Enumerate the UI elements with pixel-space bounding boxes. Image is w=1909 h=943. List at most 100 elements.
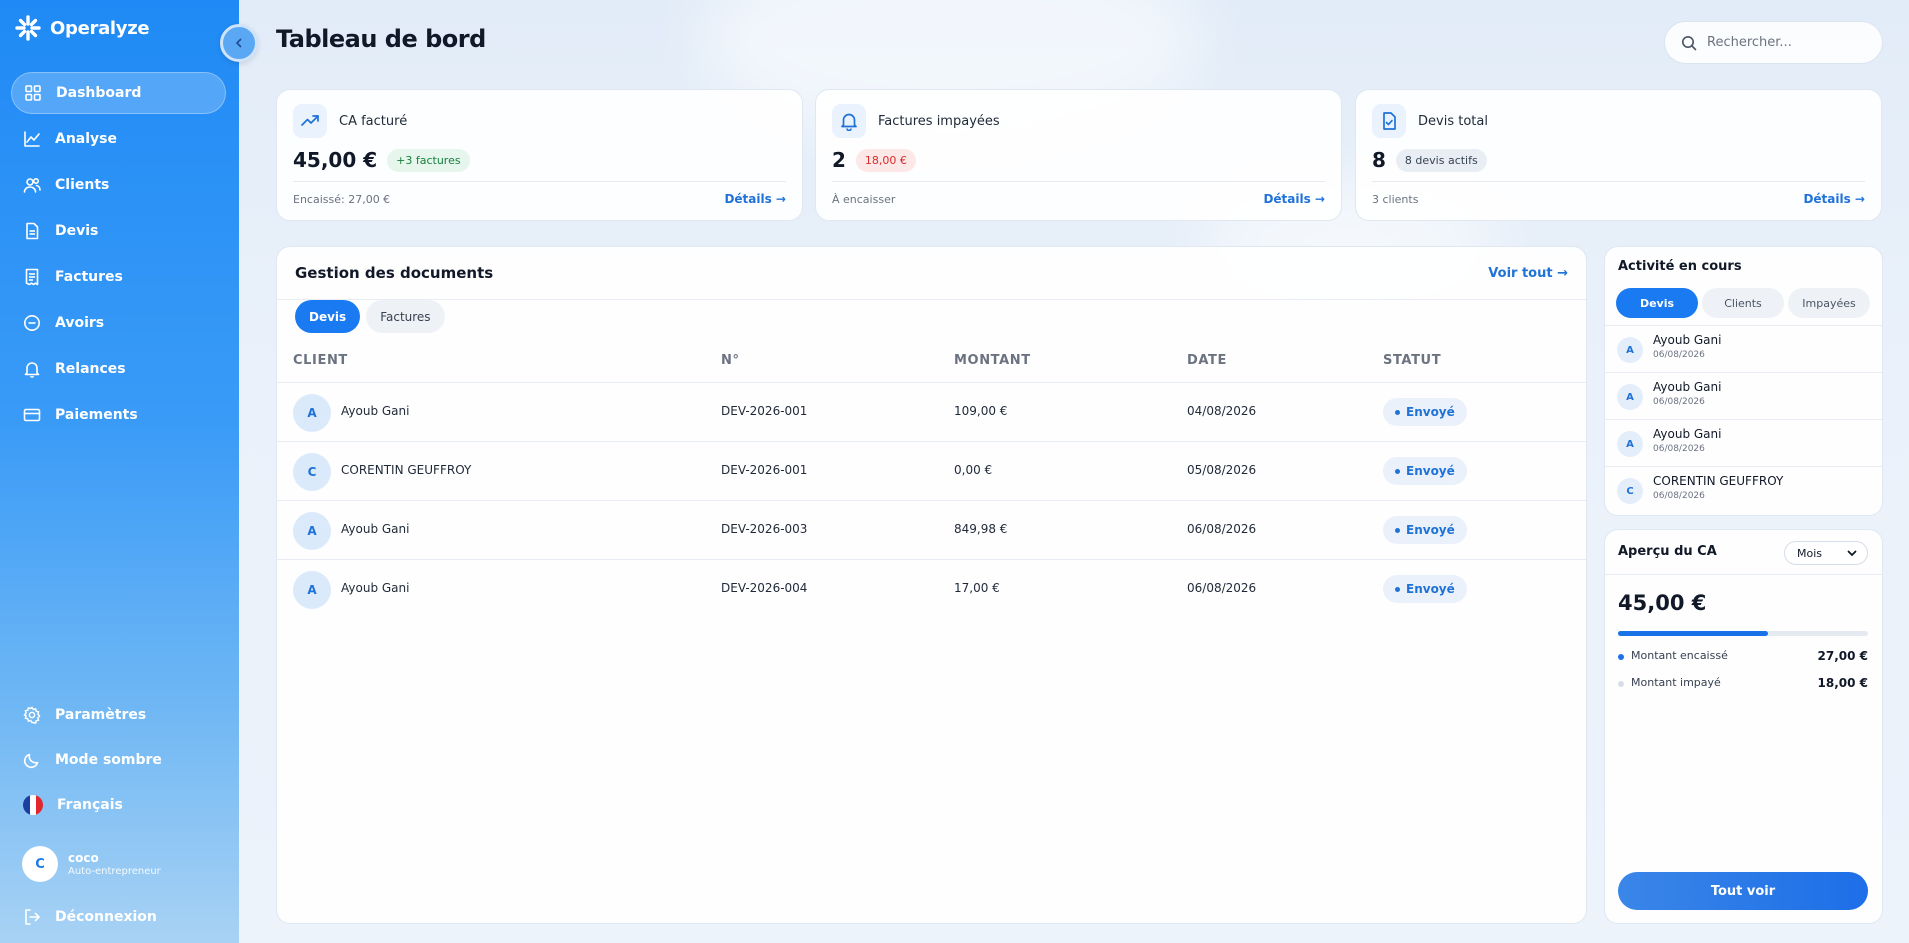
details-link[interactable]: Détails → (1803, 192, 1865, 206)
sidebar-item-label: Avoirs (55, 315, 105, 331)
column-header-number[interactable]: N° (721, 353, 740, 368)
app-logo[interactable]: Operalyze (14, 14, 150, 42)
column-header-date[interactable]: DATE (1187, 353, 1227, 368)
list-item[interactable]: A Ayoub Gani 06/08/2026 (1605, 325, 1882, 372)
stat-card-unpaid: Factures impayées 2 18,00 € À encaisser … (815, 89, 1342, 221)
trending-up-icon (293, 104, 327, 138)
divider (277, 299, 1586, 300)
french-flag-icon (23, 795, 43, 815)
sidebar-item-relances[interactable]: Relances (11, 348, 226, 390)
status-badge: Envoyé (1383, 516, 1467, 544)
page-title: Tableau de bord (276, 25, 486, 53)
list-item[interactable]: A Ayoub Gani 06/08/2026 (1605, 419, 1882, 466)
status-label: Envoyé (1406, 582, 1455, 596)
table-row[interactable]: A Ayoub Gani DEV-2026-003 849,98 € 06/08… (277, 500, 1586, 559)
document-number: DEV-2026-003 (721, 522, 808, 536)
user-role: Auto-entrepreneur (68, 866, 161, 877)
table-row[interactable]: A Ayoub Gani DEV-2026-004 17,00 € 06/08/… (277, 559, 1586, 618)
sidebar-item-settings[interactable]: Paramètres (11, 695, 226, 735)
chevron-down-icon (1847, 550, 1857, 557)
list-item[interactable]: C CORENTIN GEUFFROY 06/08/2026 (1605, 466, 1882, 513)
sidebar-item-paiements[interactable]: Paiements (11, 394, 226, 436)
activity-date: 06/08/2026 (1653, 444, 1705, 454)
status-label: Envoyé (1406, 405, 1455, 419)
amount: 0,00 € (954, 463, 993, 477)
divider (1605, 574, 1882, 575)
tab-activity-impayees[interactable]: Impayées (1788, 288, 1870, 318)
legend-label: Montant impayé (1631, 676, 1721, 689)
tab-activity-devis[interactable]: Devis (1616, 288, 1698, 318)
view-all-link[interactable]: Voir tout → (1488, 266, 1568, 281)
tab-activity-clients[interactable]: Clients (1702, 288, 1784, 318)
user-profile[interactable]: C coco Auto-entrepreneur (22, 846, 161, 882)
file-check-icon (1372, 104, 1406, 138)
details-link[interactable]: Détails → (1263, 192, 1325, 206)
avatar: A (293, 512, 331, 550)
amount: 109,00 € (954, 404, 1008, 418)
avatar: C (22, 846, 58, 882)
tab-devis[interactable]: Devis (295, 300, 361, 333)
gear-icon (23, 706, 41, 724)
status-badge: Envoyé (1383, 575, 1467, 603)
period-select[interactable]: Mois (1784, 541, 1868, 565)
stat-footer: À encaisser (832, 193, 896, 206)
column-header-amount[interactable]: MONTANT (954, 353, 1031, 368)
stat-label: Factures impayées (878, 113, 1000, 129)
stat-card-ca: CA facturé 45,00 € +3 factures Encaissé:… (276, 89, 803, 221)
dark-mode-toggle[interactable]: Mode sombre (11, 740, 226, 780)
bell-icon (832, 104, 866, 138)
logout-icon (25, 909, 40, 925)
details-link[interactable]: Détails → (724, 192, 786, 206)
sidebar-item-dashboard[interactable]: Dashboard (11, 72, 226, 114)
tab-factures[interactable]: Factures (366, 300, 445, 333)
stat-footer: 3 clients (1372, 193, 1419, 206)
sidebar-item-factures[interactable]: Factures (11, 256, 226, 298)
sidebar-item-analyse[interactable]: Analyse (11, 118, 226, 160)
credit-card-icon (23, 408, 41, 422)
activity-date: 06/08/2026 (1653, 397, 1705, 407)
client-name: Ayoub Gani (341, 404, 410, 418)
activity-tabs: Devis Clients Impayées (1616, 288, 1870, 318)
revenue-progress-fill (1618, 631, 1768, 636)
panel-title: Activité en cours (1618, 259, 1742, 274)
receipt-icon (25, 268, 39, 286)
activity-name: Ayoub Gani (1653, 427, 1722, 441)
logo-icon (15, 15, 41, 41)
divider (832, 181, 1325, 182)
file-icon (26, 222, 39, 240)
stat-value: 45,00 € (293, 148, 378, 172)
activity-date: 06/08/2026 (1653, 491, 1705, 501)
sidebar-collapse-button[interactable] (220, 24, 258, 62)
activity-date: 06/08/2026 (1653, 350, 1705, 360)
sidebar-item-label: Clients (55, 177, 110, 193)
sidebar-item-devis[interactable]: Devis (11, 210, 226, 252)
revenue-overview-panel: Aperçu du CA Mois 45,00 € Montant encais… (1604, 529, 1883, 924)
status-label: Envoyé (1406, 464, 1455, 478)
document-number: DEV-2026-001 (721, 404, 808, 418)
documents-panel: Gestion des documents Voir tout → Devis … (276, 246, 1587, 924)
column-header-client[interactable]: CLIENT (293, 353, 348, 368)
table-row[interactable]: A Ayoub Gani DEV-2026-001 109,00 € 04/08… (277, 382, 1586, 441)
language-selector[interactable]: Français (11, 785, 226, 825)
bell-icon (24, 362, 40, 378)
search-box[interactable] (1664, 21, 1883, 64)
search-icon (1682, 35, 1697, 50)
activity-name: Ayoub Gani (1653, 380, 1722, 394)
documents-tabs: Devis Factures (295, 300, 445, 333)
logout-button[interactable]: Déconnexion (11, 896, 226, 938)
legend-dot (1618, 654, 1624, 660)
stat-label: CA facturé (339, 113, 408, 129)
column-header-status[interactable]: STATUT (1383, 353, 1441, 368)
date: 06/08/2026 (1187, 581, 1257, 595)
table-row[interactable]: C CORENTIN GEUFFROY DEV-2026-001 0,00 € … (277, 441, 1586, 500)
sidebar-item-avoirs[interactable]: Avoirs (11, 302, 226, 344)
list-item[interactable]: A Ayoub Gani 06/08/2026 (1605, 372, 1882, 419)
date: 05/08/2026 (1187, 463, 1257, 477)
search-input[interactable] (1707, 35, 1857, 50)
grid-icon (25, 85, 41, 101)
legend-label: Montant encaissé (1631, 649, 1728, 662)
view-all-button[interactable]: Tout voir (1618, 872, 1868, 910)
sidebar-item-clients[interactable]: Clients (11, 164, 226, 206)
avatar: A (1617, 337, 1643, 363)
stat-value: 8 (1372, 148, 1386, 172)
